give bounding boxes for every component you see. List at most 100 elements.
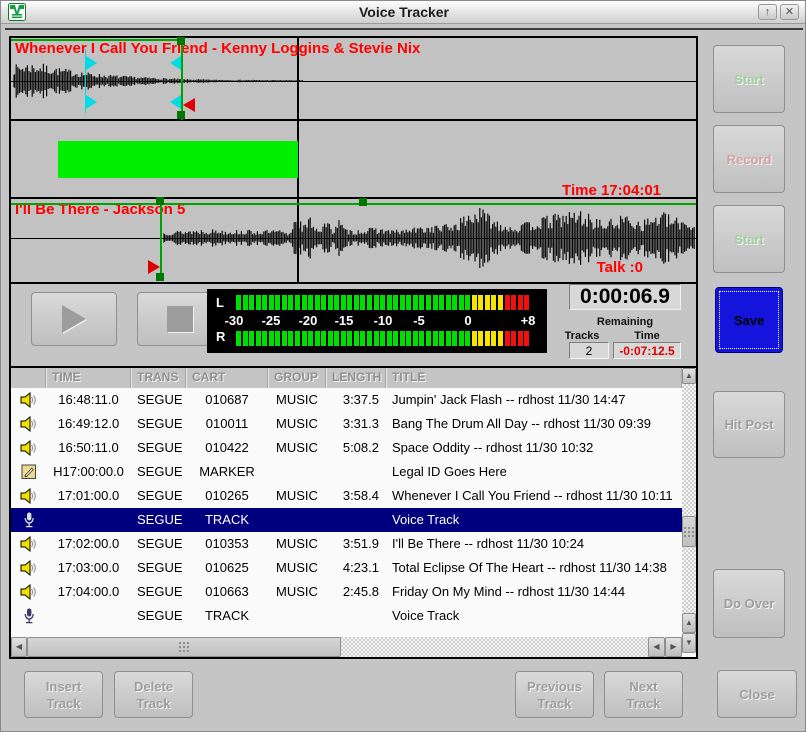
column-header[interactable]: GROUP — [268, 368, 326, 388]
row-title: I'll Be There -- rdhost 11/30 10:24 — [386, 532, 682, 556]
do-over-button[interactable]: Do Over — [713, 569, 785, 638]
meter-segment — [380, 331, 385, 346]
table-row[interactable]: 17:02:00.0 SEGUE 010353 MUSIC 3:51.9 I'l… — [11, 532, 682, 556]
column-header[interactable]: TRANS — [131, 368, 186, 388]
scroll-left-button[interactable]: ◀ — [11, 637, 27, 657]
row-type-icon — [11, 604, 46, 628]
scroll-up-button-2[interactable]: ▲ — [682, 613, 696, 633]
meter-segment — [315, 295, 320, 310]
row-group: MUSIC — [268, 412, 326, 436]
start-track1-button[interactable]: Start — [713, 45, 785, 113]
meter-scale-label: -30 — [225, 313, 244, 328]
table-row[interactable]: 16:50:11.0 SEGUE 010422 MUSIC 5:08.2 Spa… — [11, 436, 682, 460]
right-channel-label: R — [216, 329, 225, 344]
fade-handle[interactable] — [86, 56, 97, 70]
segue-marker[interactable] — [183, 98, 195, 112]
next-track-button[interactable]: Next Track — [604, 671, 683, 718]
insert-track-button[interactable]: Insert Track — [24, 671, 103, 718]
row-time: 16:48:11.0 — [46, 388, 131, 412]
row-group — [268, 460, 326, 484]
vertical-scrollbar[interactable]: ▲ ▲ ▼ — [682, 368, 696, 657]
meter-segment — [433, 331, 438, 346]
meter-segment — [465, 331, 470, 346]
marker-handle[interactable] — [156, 273, 164, 281]
table-row[interactable]: SEGUE TRACK Voice Track — [11, 508, 682, 532]
horizontal-scroll-thumb[interactable] — [27, 637, 341, 657]
table-row[interactable]: H17:00:00.0 SEGUE MARKER Legal ID Goes H… — [11, 460, 682, 484]
shade-window-button[interactable]: ↑ — [758, 4, 777, 20]
row-group — [268, 508, 326, 532]
scroll-down-button[interactable]: ▼ — [682, 633, 696, 653]
table-row[interactable]: SEGUE TRACK Voice Track — [11, 604, 682, 628]
vertical-scroll-thumb[interactable] — [682, 516, 696, 547]
marker-handle[interactable] — [177, 111, 185, 119]
previous-track-button[interactable]: Previous Track — [515, 671, 594, 718]
segue-marker[interactable] — [148, 260, 160, 274]
play-button[interactable] — [31, 292, 117, 346]
scroll-left-button-2[interactable]: ◀ — [648, 637, 665, 657]
meter-segment — [419, 295, 424, 310]
record-button[interactable]: Record — [713, 125, 785, 193]
speaker-icon — [20, 584, 37, 600]
meter-segment — [236, 331, 241, 346]
row-length — [326, 460, 386, 484]
column-header[interactable]: TIME — [46, 368, 131, 388]
row-trans: SEGUE — [131, 436, 186, 460]
table-row[interactable]: 17:04:00.0 SEGUE 010663 MUSIC 2:45.8 Fri… — [11, 580, 682, 604]
table-row[interactable]: 16:49:12.0 SEGUE 010011 MUSIC 3:31.3 Ban… — [11, 412, 682, 436]
marker-handle[interactable] — [177, 37, 185, 45]
row-title: Voice Track — [386, 508, 682, 532]
left-channel-label: L — [216, 295, 224, 310]
scroll-right-button[interactable]: ▶ — [665, 637, 682, 657]
meter-segment — [491, 331, 496, 346]
column-header[interactable]: LENGTH — [326, 368, 386, 388]
delete-track-button[interactable]: Delete Track — [114, 671, 193, 718]
table-row[interactable]: 16:48:11.0 SEGUE 010687 MUSIC 3:37.5 Jum… — [11, 388, 682, 412]
meter-scale-label: -20 — [299, 313, 318, 328]
meter-segment — [439, 331, 444, 346]
voice-track-region[interactable] — [58, 141, 298, 178]
close-window-button[interactable]: ✕ — [780, 4, 799, 20]
row-length: 4:23.1 — [326, 556, 386, 580]
track2-start-marker-line[interactable] — [160, 198, 162, 281]
save-button[interactable]: Save — [715, 287, 783, 353]
hit-post-button[interactable]: Hit Post — [713, 391, 785, 458]
marker-handle[interactable] — [156, 197, 164, 205]
scroll-up-button[interactable]: ▲ — [682, 368, 696, 384]
column-header[interactable] — [11, 368, 46, 388]
marker-handle[interactable] — [359, 198, 367, 206]
horizontal-scrollbar[interactable]: ◀ ◀ ▶ — [11, 637, 682, 657]
column-header[interactable]: TITLE — [386, 368, 682, 388]
speaker-icon — [20, 536, 37, 552]
meter-segment — [295, 331, 300, 346]
strip-left-border — [9, 284, 11, 366]
meter-segment — [426, 295, 431, 310]
meter-segment — [393, 295, 398, 310]
table-row[interactable]: 17:03:00.0 SEGUE 010625 MUSIC 4:23.1 Tot… — [11, 556, 682, 580]
meter-segment — [400, 331, 405, 346]
meter-segment — [262, 295, 267, 310]
row-type-icon — [11, 412, 46, 436]
close-button[interactable]: Close — [717, 670, 797, 718]
waveform-editor[interactable]: Whenever I Call You Friend - Kenny Loggi… — [9, 36, 698, 284]
meter-segment — [347, 331, 352, 346]
column-header[interactable]: CART — [186, 368, 268, 388]
fade-handle[interactable] — [170, 56, 181, 70]
speaker-icon — [20, 440, 37, 456]
meter-segment — [249, 331, 254, 346]
fade-handle[interactable] — [86, 95, 97, 109]
start-track2-button[interactable]: Start — [713, 205, 785, 273]
window-title: Voice Tracker — [1, 1, 806, 23]
row-time: 17:03:00.0 — [46, 556, 131, 580]
row-time: 17:02:00.0 — [46, 532, 131, 556]
row-trans: SEGUE — [131, 388, 186, 412]
meter-segment — [380, 295, 385, 310]
table-row[interactable]: 17:01:00.0 SEGUE 010265 MUSIC 3:58.4 Whe… — [11, 484, 682, 508]
meter-segment — [478, 295, 483, 310]
meter-segment — [275, 331, 280, 346]
fade-handle[interactable] — [170, 95, 181, 109]
row-cart: TRACK — [186, 508, 268, 532]
meter-segment — [374, 295, 379, 310]
speaker-icon — [20, 416, 37, 432]
elapsed-time-value: 0:00:06.9 — [580, 285, 670, 309]
